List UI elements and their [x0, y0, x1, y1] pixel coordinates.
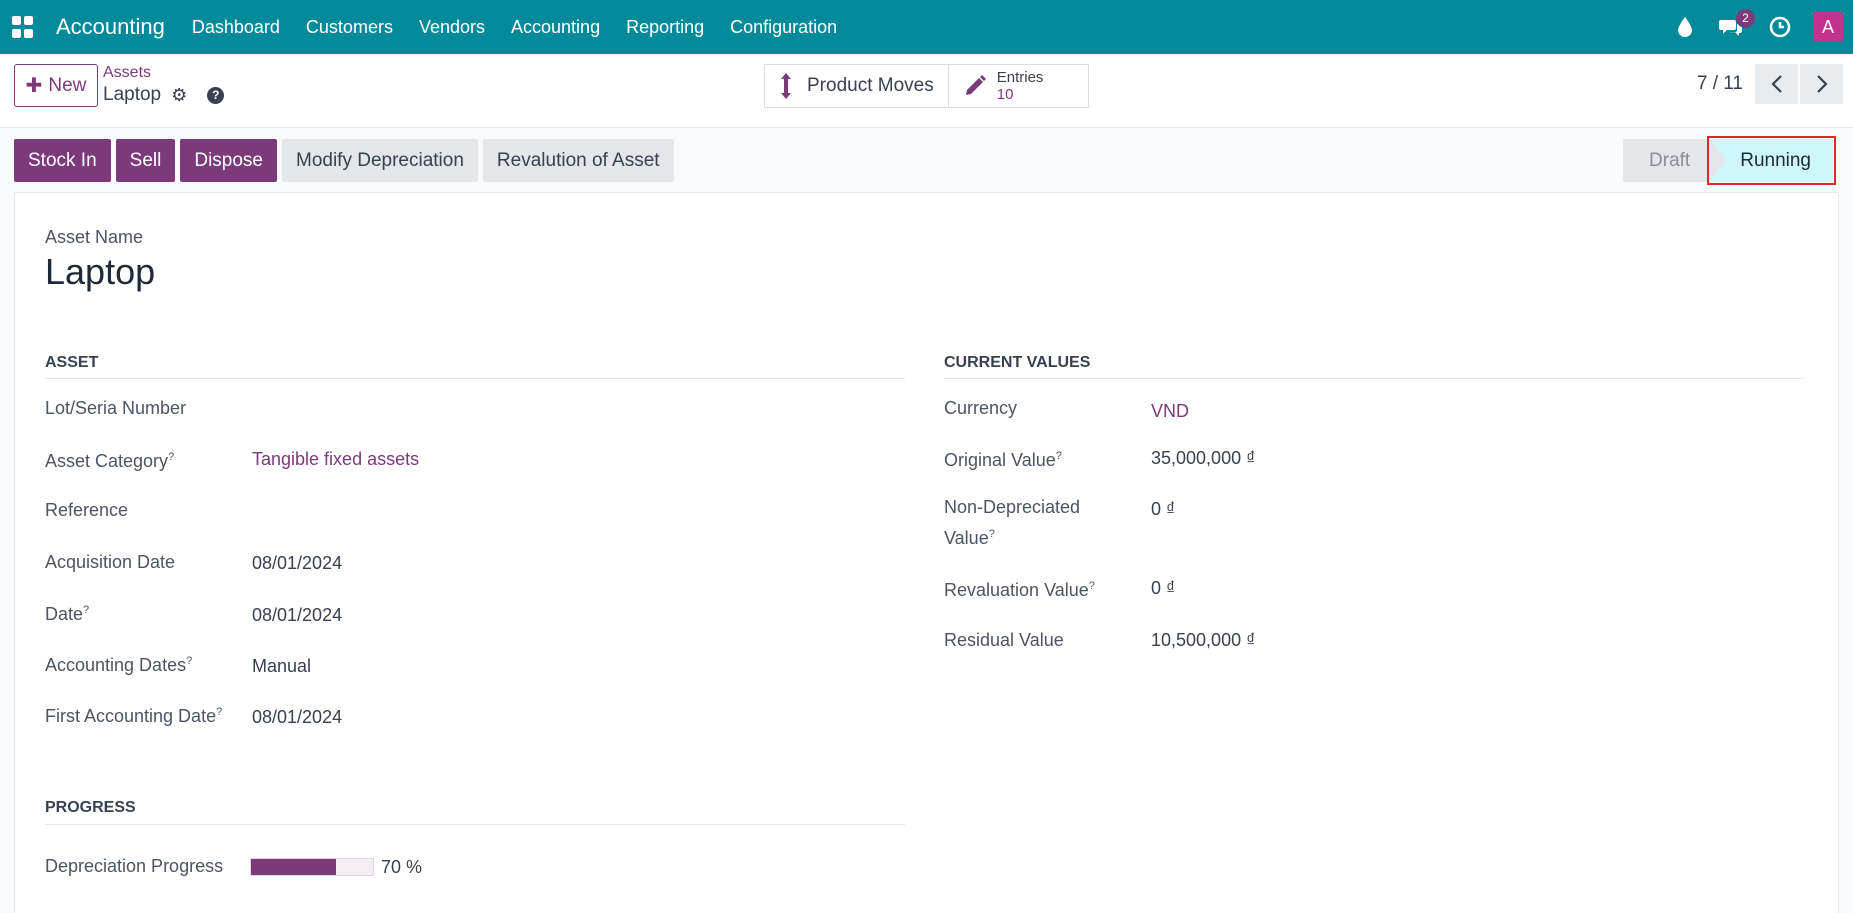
acquisition-date-field[interactable]: 08/01/2024 [252, 553, 342, 574]
depreciation-progress-bar [250, 858, 374, 876]
status-bar: Stock In Sell Dispose Modify Depreciatio… [0, 128, 1853, 192]
breadcrumb-parent[interactable]: Assets [103, 64, 224, 82]
revaluation-button[interactable]: Revalution of Asset [482, 139, 674, 182]
help-mark: ? [83, 604, 90, 616]
nav-reporting[interactable]: Reporting [626, 17, 704, 38]
nav-dashboard[interactable]: Dashboard [192, 17, 280, 38]
user-avatar[interactable]: A [1813, 12, 1843, 42]
pager: 7 / 11 [1697, 64, 1843, 104]
current-values-group-divider [944, 378, 1804, 379]
revaluation-value-field[interactable]: 0 ₫ [1151, 578, 1175, 599]
non-depreciated-value-field[interactable]: 0 ₫ [1151, 499, 1175, 520]
nav-vendors[interactable]: Vendors [419, 17, 485, 38]
entries-button[interactable]: Entries 10 [947, 65, 1088, 107]
breadcrumb-current-label: Laptop [103, 84, 162, 105]
help-mark: ? [186, 655, 193, 667]
chevron-left-icon [1770, 75, 1782, 93]
pencil-icon [965, 75, 986, 95]
help-mark: ? [988, 528, 995, 540]
plus-icon: ✚ [25, 75, 43, 97]
depreciation-progress-value: 70 % [381, 857, 423, 877]
help-mark: ? [1055, 450, 1062, 462]
chat-icon[interactable]: 2 [1719, 9, 1755, 37]
new-button-label: New [48, 74, 87, 96]
breadcrumb-current: Laptop ⚙ ? [103, 84, 225, 106]
control-panel: ✚ New Assets Laptop ⚙ ? Product Moves En… [0, 54, 1853, 128]
new-button[interactable]: ✚ New [14, 64, 98, 107]
reference-label: Reference [45, 500, 129, 520]
depreciation-progress-fill [251, 859, 337, 875]
breadcrumb: Assets Laptop ⚙ ? [103, 64, 225, 106]
currency-field[interactable]: VND [1151, 401, 1189, 422]
help-mark: ? [168, 451, 175, 463]
sell-button[interactable]: Sell [115, 139, 176, 182]
residual-value-label: Residual Value [944, 630, 1064, 650]
entries-label: Entries [996, 69, 1044, 86]
pager-value[interactable]: 7 / 11 [1697, 73, 1743, 95]
accounting-dates-label: Accounting Dates? [45, 655, 193, 675]
progress-group-divider [45, 824, 905, 825]
top-navbar: Accounting Dashboard Customers Vendors A… [0, 0, 1853, 54]
form-sheet: Asset Name Laptop ASSET Lot/Seria Number… [14, 192, 1839, 913]
nav-configuration[interactable]: Configuration [730, 17, 837, 38]
asset-name-field[interactable]: Laptop [45, 251, 155, 293]
currency-label: Currency [944, 398, 1018, 418]
vertical-arrows-icon [781, 73, 791, 99]
accounting-dates-field[interactable]: Manual [252, 656, 311, 677]
app-name[interactable]: Accounting [56, 14, 165, 40]
droplet-icon[interactable] [1677, 16, 1693, 38]
help-icon[interactable]: ? [207, 86, 225, 104]
original-value-label: Original Value? [944, 450, 1062, 470]
revaluation-value-label: Revaluation Value? [944, 580, 1095, 600]
residual-value-field[interactable]: 10,500,000 ₫ [1151, 630, 1255, 651]
date-field[interactable]: 08/01/2024 [252, 605, 342, 626]
original-value-field[interactable]: 35,000,000 ₫ [1151, 448, 1255, 469]
action-buttons: Stock In Sell Dispose Modify Depreciatio… [14, 139, 679, 182]
stage-selector: Draft Running [1623, 136, 1836, 185]
category-field[interactable]: Tangible fixed assets [252, 449, 419, 470]
smart-buttons: Product Moves Entries 10 [764, 64, 1089, 108]
clock-icon[interactable] [1769, 16, 1791, 38]
apps-icon[interactable] [12, 16, 34, 38]
pager-previous-button[interactable] [1755, 64, 1798, 104]
current-values-group-title: CURRENT VALUES [944, 354, 1091, 371]
asset-group-title: ASSET [45, 354, 99, 371]
gear-icon[interactable]: ⚙ [171, 85, 187, 106]
date-label: Date? [45, 604, 90, 624]
non-depreciated-value-label: Non-Depreciated Value? [944, 497, 1081, 548]
message-count-badge: 2 [1736, 9, 1755, 28]
nav-accounting[interactable]: Accounting [511, 17, 600, 38]
nav-customers[interactable]: Customers [306, 17, 393, 38]
pager-next-button[interactable] [1800, 64, 1843, 104]
depreciation-progress-label: Depreciation Progress [45, 856, 224, 876]
entries-count: 10 [996, 86, 1014, 103]
product-moves-button[interactable]: Product Moves [765, 65, 948, 107]
category-label: Asset Category? [45, 451, 175, 471]
product-moves-label: Product Moves [807, 75, 934, 96]
lot-label: Lot/Seria Number [45, 398, 187, 418]
stock-in-button[interactable]: Stock In [14, 139, 111, 182]
progress-group-title: PROGRESS [45, 799, 136, 816]
stage-draft[interactable]: Draft [1623, 139, 1711, 182]
help-mark: ? [1088, 580, 1095, 592]
help-mark: ? [216, 706, 223, 718]
dispose-button[interactable]: Dispose [180, 139, 277, 182]
first-accounting-date-label: First Accounting Date? [45, 706, 223, 726]
stage-running[interactable]: Running [1707, 136, 1836, 185]
chevron-right-icon [1816, 75, 1828, 93]
asset-name-label: Asset Name [45, 227, 144, 247]
acquisition-date-label: Acquisition Date [45, 552, 176, 572]
modify-depreciation-button[interactable]: Modify Depreciation [282, 139, 478, 182]
asset-group-divider [45, 378, 905, 379]
first-accounting-date-field[interactable]: 08/01/2024 [252, 707, 342, 728]
